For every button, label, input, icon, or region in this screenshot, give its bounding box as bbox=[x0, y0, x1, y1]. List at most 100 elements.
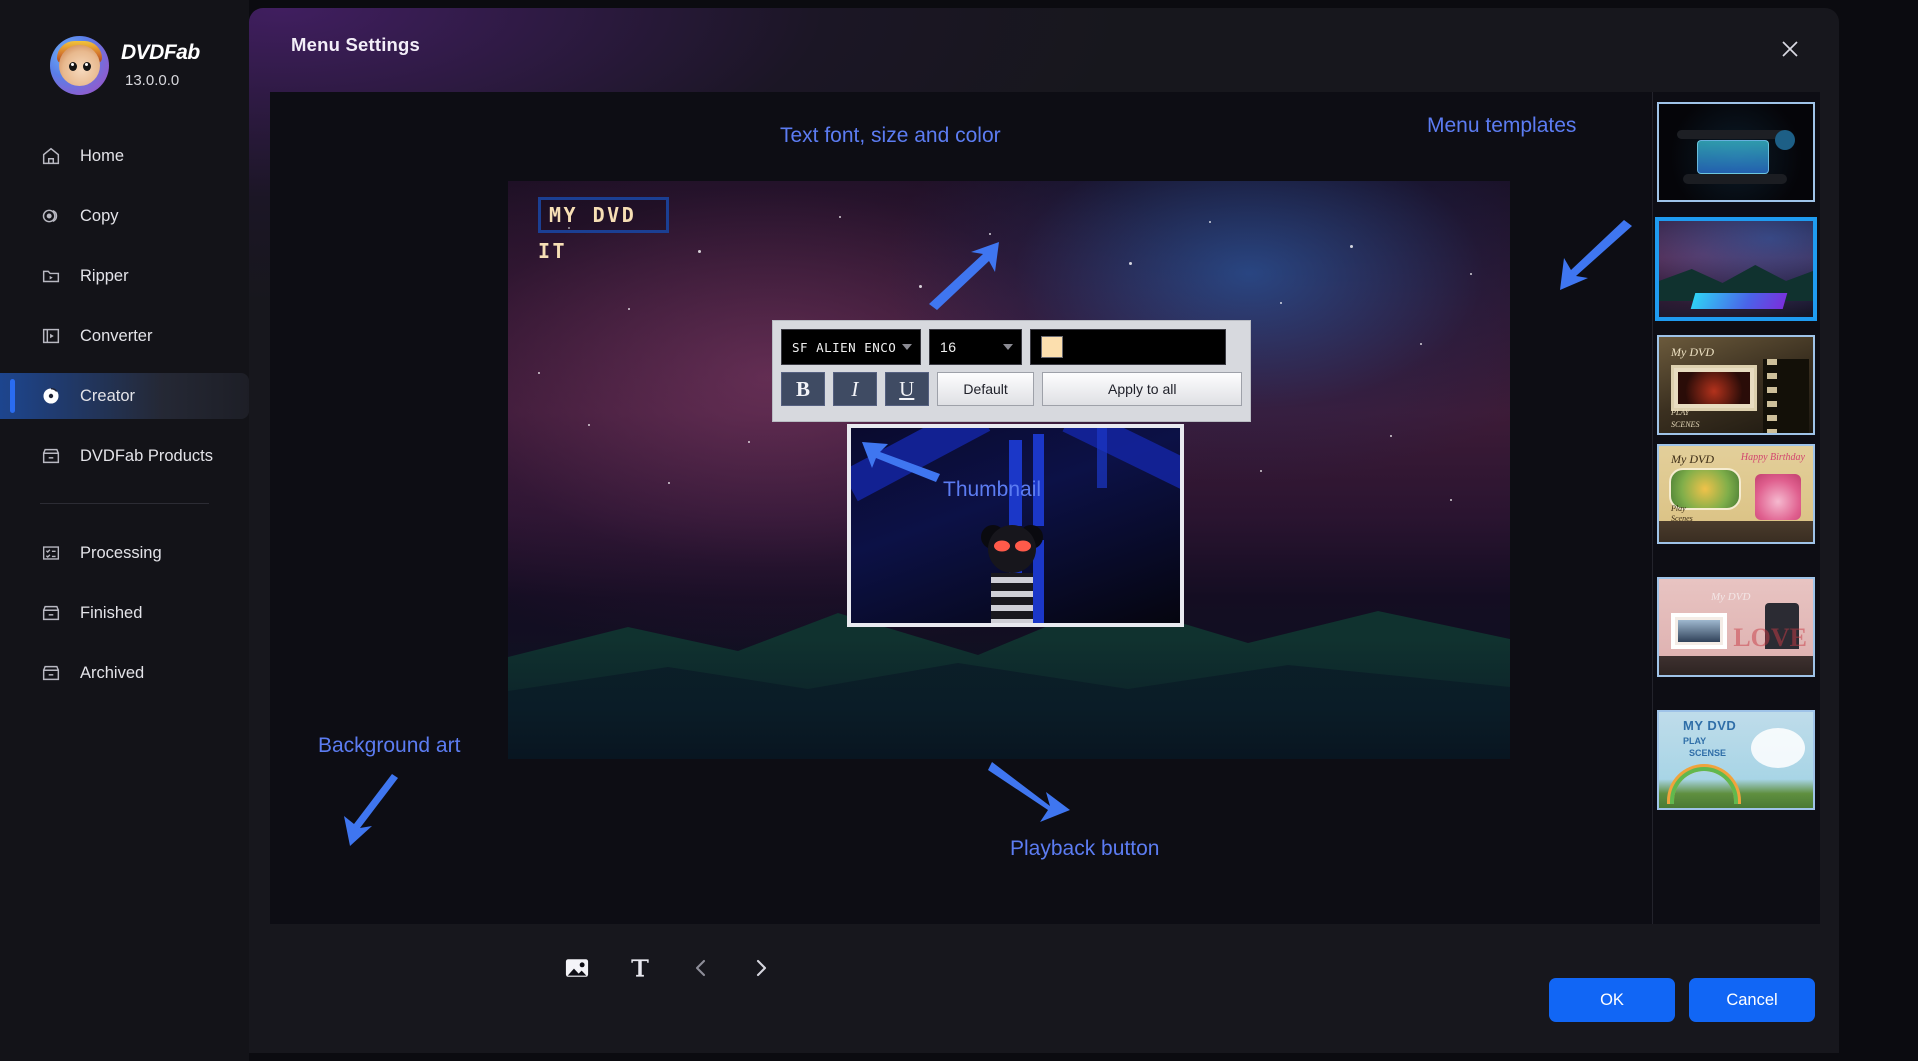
font-size-value: 16 bbox=[940, 339, 957, 355]
sidebar-item-label: Copy bbox=[80, 206, 119, 225]
arrow-to-playback bbox=[988, 762, 1070, 822]
menu-title-label: MY DVD bbox=[549, 203, 637, 227]
template-title: My DVD bbox=[1671, 452, 1714, 466]
template-thumbnail[interactable]: My DVD PLAY SCENES bbox=[1657, 335, 1815, 435]
editor-tool-row bbox=[563, 954, 773, 982]
sidebar-item-home[interactable]: Home bbox=[0, 133, 249, 179]
arrow-to-font-toolbar bbox=[929, 242, 999, 310]
folder-play-icon bbox=[42, 270, 60, 283]
color-swatch bbox=[1041, 336, 1063, 358]
callout-thumbnail: Thumbnail bbox=[943, 478, 1042, 501]
chevron-down-icon bbox=[1003, 344, 1013, 350]
arrow-to-templates bbox=[1560, 220, 1632, 290]
disc-icon bbox=[43, 387, 59, 404]
close-icon[interactable] bbox=[1777, 36, 1803, 62]
template-play-label: PLAY bbox=[1683, 736, 1707, 746]
add-text-icon[interactable] bbox=[627, 955, 653, 981]
list-check-icon bbox=[42, 546, 60, 560]
underline-button[interactable]: U bbox=[884, 372, 929, 406]
dvdfab-monkey-logo-icon bbox=[50, 36, 109, 95]
callout-text-font: Text font, size and color bbox=[780, 124, 1001, 147]
dialog-header: Menu Settings bbox=[249, 8, 1839, 84]
callout-menu-templates: Menu templates bbox=[1427, 114, 1577, 137]
default-button[interactable]: Default bbox=[936, 372, 1035, 406]
dialog-footer: OK Cancel bbox=[249, 924, 1839, 1053]
template-play-label: Play bbox=[1671, 504, 1686, 513]
sidebar-item-processing[interactable]: Processing bbox=[0, 530, 249, 576]
menu-settings-dialog: Menu Settings MY DVD IT SF ALIEN ENCOU 1… bbox=[249, 8, 1839, 1053]
film-strip-icon bbox=[42, 328, 60, 344]
sidebar-item-label: Converter bbox=[80, 326, 153, 345]
template-scenes-label: SCENSE bbox=[1689, 748, 1727, 758]
archive-icon bbox=[42, 665, 60, 681]
sidebar-item-creator[interactable]: Creator bbox=[0, 373, 249, 419]
callout-background-art: Background art bbox=[318, 734, 461, 757]
sidebar-item-label: Processing bbox=[80, 543, 162, 562]
template-scenes-label: SCENES bbox=[1671, 420, 1700, 429]
apply-to-all-button[interactable]: Apply to all bbox=[1042, 372, 1243, 406]
page-title: Menu Settings bbox=[291, 34, 421, 55]
menu-templates-panel[interactable]: My DVD PLAY SCENES My DVD Happy Birthday… bbox=[1652, 92, 1820, 924]
sidebar-item-label: Finished bbox=[80, 603, 143, 622]
default-label: Default bbox=[963, 381, 1008, 397]
copy-disc-icon bbox=[42, 209, 58, 223]
chevron-right-icon[interactable] bbox=[749, 956, 773, 980]
sidebar-item-ripper[interactable]: Ripper bbox=[0, 253, 249, 299]
sidebar-item-archived[interactable]: Archived bbox=[0, 650, 249, 696]
sidebar-item-finished[interactable]: Finished bbox=[0, 590, 249, 636]
italic-label: I bbox=[851, 376, 859, 401]
sidebar-item-converter[interactable]: Converter bbox=[0, 313, 249, 359]
app-logo: DVDFab 13.0.0.0 bbox=[0, 0, 249, 95]
thumbnail-character bbox=[981, 525, 1043, 623]
background-image-icon[interactable] bbox=[563, 954, 591, 982]
app-window: DVDFab 13.0.0.0 Home Copy Ripper Convert… bbox=[0, 0, 1918, 1061]
sidebar-item-label: Archived bbox=[80, 663, 145, 682]
app-version: 13.0.0.0 bbox=[125, 72, 180, 89]
template-scenes-label: Scenes bbox=[1671, 514, 1693, 523]
underline-label: U bbox=[899, 376, 915, 401]
home-icon bbox=[42, 147, 60, 165]
menu-editor-canvas: MY DVD IT PLAY SCENES bbox=[270, 92, 1652, 977]
template-play-label: PLAY bbox=[1671, 408, 1690, 417]
bold-button[interactable]: B bbox=[781, 372, 825, 406]
template-thumbnail[interactable]: MY DVD PLAY SCENSE bbox=[1657, 710, 1815, 810]
template-title: My DVD bbox=[1671, 345, 1714, 359]
template-extra-label: Happy Birthday bbox=[1740, 452, 1805, 463]
menu-title-textbox[interactable]: MY DVD bbox=[538, 197, 670, 233]
chevron-left-icon[interactable] bbox=[689, 956, 713, 980]
cancel-button[interactable]: Cancel bbox=[1689, 978, 1815, 1022]
sidebar-nav: Home Copy Ripper Converter Creator DVDFa… bbox=[0, 133, 249, 696]
italic-button[interactable]: I bbox=[832, 372, 877, 406]
box-icon bbox=[42, 448, 60, 464]
sidebar-item-label: DVDFab Products bbox=[80, 446, 213, 465]
sidebar-item-dvdfab-products[interactable]: DVDFab Products bbox=[0, 433, 249, 479]
template-thumbnail[interactable]: My DVD Happy Birthday Play Scenes bbox=[1657, 444, 1815, 544]
template-thumbnail[interactable]: My DVD LOVE bbox=[1657, 577, 1815, 677]
brand-name: DVDFab bbox=[121, 41, 200, 64]
font-size-select[interactable]: 16 bbox=[929, 329, 1022, 365]
sidebar-item-copy[interactable]: Copy bbox=[0, 193, 249, 239]
ok-button[interactable]: OK bbox=[1549, 978, 1675, 1022]
template-title: MY DVD bbox=[1683, 718, 1737, 733]
font-family-value: SF ALIEN ENCOU bbox=[792, 339, 896, 355]
text-format-toolbar: SF ALIEN ENCOU 16 B I U Default Apply to… bbox=[772, 320, 1251, 422]
sidebar: DVDFab 13.0.0.0 Home Copy Ripper Convert… bbox=[0, 0, 249, 1061]
archive-icon bbox=[42, 605, 60, 621]
sidebar-item-label: Ripper bbox=[80, 266, 129, 285]
horizon-haze bbox=[508, 639, 1510, 759]
template-thumbnail-selected[interactable] bbox=[1655, 217, 1817, 321]
font-color-select[interactable] bbox=[1030, 329, 1226, 365]
secondary-title-label: IT bbox=[538, 239, 568, 263]
font-family-select[interactable]: SF ALIEN ENCOU bbox=[781, 329, 921, 365]
dialog-body: MY DVD IT PLAY SCENES bbox=[270, 92, 1820, 977]
callout-playback-button: Playback button bbox=[1010, 837, 1160, 860]
arrow-to-background bbox=[344, 774, 398, 846]
arrow-to-thumbnail bbox=[862, 442, 940, 482]
chevron-down-icon bbox=[902, 344, 912, 350]
sidebar-divider bbox=[40, 503, 209, 504]
apply-to-all-label: Apply to all bbox=[1108, 381, 1177, 397]
sidebar-item-label: Home bbox=[80, 146, 125, 165]
template-thumbnail[interactable] bbox=[1657, 102, 1815, 202]
bold-label: B bbox=[795, 376, 810, 401]
template-title: My DVD bbox=[1711, 591, 1751, 603]
